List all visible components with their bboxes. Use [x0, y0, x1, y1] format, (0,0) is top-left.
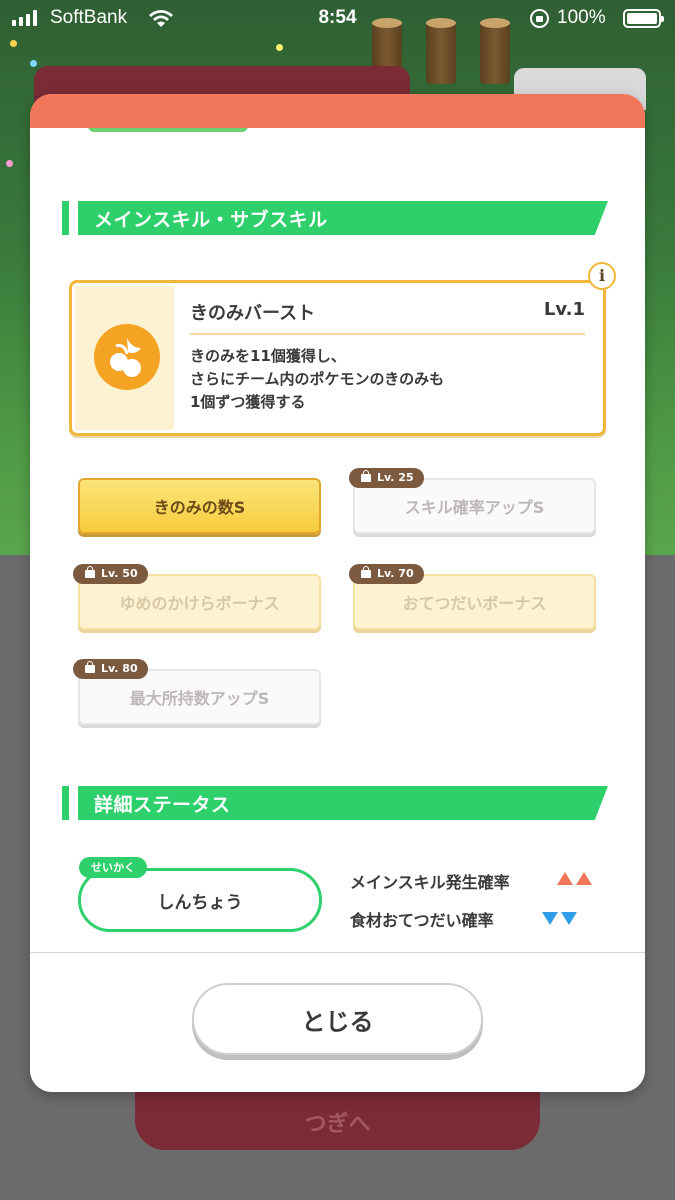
modal-header-bar	[30, 94, 645, 128]
stat-ingredient-chance: 食材おてつだい確率	[350, 911, 494, 930]
unlock-level-badge: Lv. 70	[349, 564, 424, 584]
lock-icon	[361, 470, 371, 482]
sub-skill-berry-count[interactable]: きのみの数S	[78, 478, 321, 534]
section-header-skills: メインスキル・サブスキル	[62, 201, 608, 235]
lock-icon	[85, 566, 95, 578]
arrow-up-icon	[576, 872, 592, 885]
unlock-level-badge: Lv. 50	[73, 564, 148, 584]
lock-icon	[361, 566, 371, 578]
unlock-level-badge: Lv. 80	[73, 659, 148, 679]
string-light	[30, 60, 37, 67]
main-skill-description: きのみを11個獲得し、 さらにチーム内のポケモンのきのみも 1個ずつ獲得する	[190, 345, 444, 414]
battery-percentage: 100%	[557, 7, 606, 28]
berry-icon	[94, 324, 160, 390]
description-line: さらにチーム内のポケモンのきのみも	[190, 370, 445, 388]
description-line: きのみを11個獲得し、	[190, 347, 346, 365]
arrow-down-icon	[561, 912, 577, 925]
close-button[interactable]: とじる	[192, 983, 483, 1055]
battery-icon	[623, 9, 664, 28]
main-skill-name: きのみバースト	[190, 303, 316, 324]
skill-detail-modal: メインスキル・サブスキル きのみバースト Lv.1 きのみを11個獲得し、 さら…	[30, 94, 645, 1092]
status-bar: SoftBank 8:54 100%	[0, 0, 675, 38]
tab-indicator	[88, 128, 248, 132]
section-header-details: 詳細ステータス	[62, 786, 608, 820]
section-title: メインスキル・サブスキル	[94, 209, 328, 231]
nature-tag: せいかく	[79, 857, 147, 878]
modal-footer: とじる	[30, 952, 645, 1092]
skill-icon-panel	[75, 286, 174, 430]
section-title: 詳細ステータス	[94, 794, 231, 816]
lock-icon	[85, 661, 95, 673]
arrow-down-icon	[542, 912, 558, 925]
string-light	[276, 44, 283, 51]
string-light	[10, 40, 17, 47]
arrow-up-icon	[557, 872, 573, 885]
card-divider	[190, 333, 585, 335]
info-icon[interactable]: i	[588, 262, 616, 290]
unlock-level-badge: Lv. 25	[349, 468, 424, 488]
rotation-lock-icon	[530, 9, 549, 28]
modal-scroll-content[interactable]: メインスキル・サブスキル きのみバースト Lv.1 きのみを11個獲得し、 さら…	[30, 128, 645, 1048]
description-line: 1個ずつ獲得する	[190, 393, 306, 411]
stat-main-skill-chance: メインスキル発生確率	[350, 873, 510, 892]
main-skill-level: Lv.1	[543, 299, 585, 320]
main-skill-card[interactable]: きのみバースト Lv.1 きのみを11個獲得し、 さらにチーム内のポケモンのきの…	[69, 280, 606, 436]
string-light	[6, 160, 13, 167]
